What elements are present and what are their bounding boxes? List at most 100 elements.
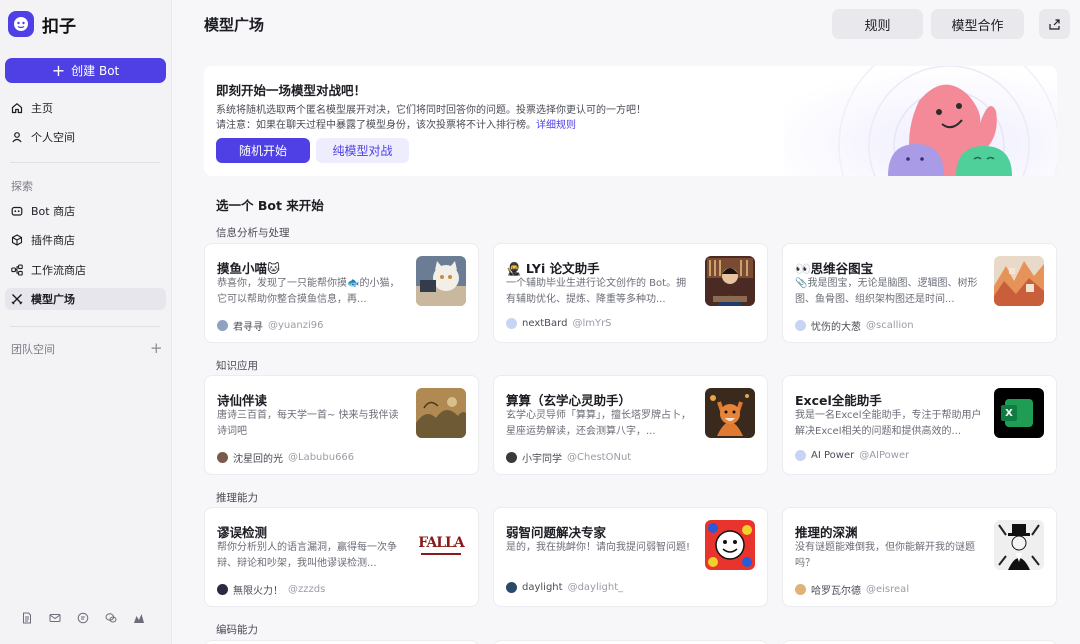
- bot-card[interactable]: 推理的深渊 没有谜题能难倒我，但你能解开我的谜题吗？ 哈罗瓦尔德 @eisreal: [782, 507, 1057, 607]
- explore-section-label: 探索: [11, 180, 33, 193]
- bot-card-title: 弱智问题解决专家: [506, 525, 607, 540]
- sidebar-item-label: 模型广场: [31, 293, 75, 306]
- bot-card-title: 🥷 LYi 论文助手: [506, 261, 600, 276]
- sidebar-item-workflow-store[interactable]: 工作流商店: [5, 259, 166, 281]
- sidebar-item-personal-space[interactable]: 个人空间: [5, 126, 166, 148]
- wechat-icon[interactable]: [104, 611, 118, 625]
- add-team-icon[interactable]: +: [150, 339, 163, 357]
- bot-card-author: daylight @daylight_: [506, 582, 623, 593]
- lark-icon[interactable]: [132, 611, 146, 625]
- bot-card[interactable]: 算算（玄学心灵助手） 玄学心灵导师「算算」，擅长塔罗牌占卜，星座运势解读，还会测…: [493, 375, 768, 475]
- bot-card[interactable]: [493, 640, 768, 644]
- fallacy-text: FALLA: [418, 535, 465, 551]
- home-icon: [11, 103, 23, 114]
- bot-card-title: 推理的深渊: [795, 525, 858, 540]
- bot-card-author: 忧伤的大葱 @scallion: [795, 318, 914, 333]
- bot-card-description: 帮你分析别人的语言漏洞，赢得每一次争辩、辩论和吵架，我叫他谬误检测...: [217, 542, 397, 569]
- rules-button[interactable]: 规则: [832, 9, 923, 39]
- pick-bot-heading: 选一个 Bot 来开始: [216, 198, 324, 213]
- bot-thumbnail: [705, 388, 755, 438]
- divider: [10, 326, 160, 327]
- avatar: [217, 452, 228, 463]
- author-name: 無限火力！: [233, 586, 283, 597]
- sidebar-item-plugin-store[interactable]: 插件商店: [5, 229, 166, 251]
- arena-banner: 即刻开始一场模型对战吧！ 系统将随机选取两个匿名模型展开对决，它们将同时回答你的…: [204, 66, 1057, 176]
- category-label: 知识应用: [216, 360, 258, 372]
- plus-icon: +: [51, 60, 66, 80]
- app-logo[interactable]: 扣子: [8, 11, 76, 37]
- avatar: [506, 582, 517, 593]
- avatar: [795, 584, 806, 595]
- bot-card[interactable]: Excel全能助手 我是一名Excel全能助手，专注于帮助用户解决Excel相关…: [782, 375, 1057, 475]
- bot-card-title: 算算（玄学心灵助手）: [506, 393, 632, 408]
- bot-card-author: 哈罗瓦尔德 @eisreal: [795, 582, 909, 597]
- bot-card[interactable]: [782, 640, 1057, 644]
- bot-thumbnail: [994, 256, 1044, 306]
- share-button[interactable]: [1039, 9, 1070, 39]
- pure-model-battle-button[interactable]: 纯模型对战: [316, 138, 409, 163]
- excel-logo-icon: X: [994, 388, 1044, 438]
- workflow-icon: [11, 264, 23, 276]
- bot-card-description: 没有谜题能难倒我，但你能解开我的谜题吗？: [795, 542, 975, 569]
- mail-icon[interactable]: [48, 611, 62, 625]
- bot-card-author: AI Power @AIPower: [795, 450, 909, 461]
- bot-thumbnail: [994, 520, 1044, 570]
- bot-card-author: nextBard @lmYrS: [506, 318, 612, 329]
- divider: [10, 162, 160, 163]
- author-handle: @lmYrS: [572, 318, 612, 329]
- author-handle: @AIPower: [859, 450, 910, 461]
- feedback-icon[interactable]: [76, 611, 90, 625]
- bot-thumbnail: [705, 256, 755, 306]
- share-icon: [1049, 18, 1060, 30]
- cube-icon: [11, 234, 23, 246]
- author-handle: @scallion: [866, 320, 914, 331]
- banner-description: 系统将随机选取两个匿名模型展开对决，它们将同时回答你的问题。投票选择你更认可的一…: [216, 103, 776, 133]
- create-bot-label: 创建 Bot: [71, 64, 120, 78]
- sidebar-item-model-arena[interactable]: 模型广场: [5, 288, 166, 310]
- bot-card[interactable]: [204, 640, 479, 644]
- bot-card[interactable]: 摸鱼小喵🐱 恭喜你，发现了一只能帮你摸🐟的小猫，它可以帮助你整合摸鱼信息，再..…: [204, 243, 479, 343]
- author-handle: @eisreal: [866, 584, 910, 595]
- avatar: [795, 320, 806, 331]
- bot-card[interactable]: 诗仙伴读 唐诗三百首，每天学一首~ 快来与我伴读诗词吧 沈星回的光 @Labubu…: [204, 375, 479, 475]
- author-handle: @daylight_: [567, 582, 624, 593]
- avatar: [795, 450, 806, 461]
- bot-thumbnail: [416, 256, 466, 306]
- model-cooperation-button[interactable]: 模型合作: [931, 9, 1024, 39]
- bot-card-author: 無限火力！ @zzzds: [217, 582, 325, 597]
- bot-card[interactable]: 🥷 LYi 论文助手 一个辅助毕业生进行论文创作的 Bot。拥有辅助优化、提炼、…: [493, 243, 768, 343]
- banner-title: 即刻开始一场模型对战吧！: [216, 83, 367, 98]
- sidebar-item-home[interactable]: 主页: [5, 97, 166, 119]
- bot-card-title: 摸鱼小喵🐱: [217, 261, 281, 276]
- avatar: [217, 584, 228, 595]
- app-name: 扣子: [42, 16, 76, 37]
- author-name: 沈星回的光: [233, 454, 283, 465]
- random-start-button[interactable]: 随机开始: [216, 138, 310, 163]
- coze-logo-icon: [8, 11, 34, 37]
- bot-card[interactable]: 👀思维谷图宝 📎我是图宝，无论是脑图、逻辑图、树形图、鱼骨图、组织架构图还是时间…: [782, 243, 1057, 343]
- bot-card-title: 谬误检测: [217, 525, 268, 540]
- excel-letter: X: [1001, 405, 1017, 421]
- document-icon[interactable]: [20, 611, 34, 625]
- bot-card-description: 我是一名Excel全能助手，专注于帮助用户解决Excel相关的问题和提供高效的.…: [795, 410, 982, 437]
- author-name: 忧伤的大葱: [811, 322, 861, 333]
- sidebar-item-bot-store[interactable]: Bot 商店: [5, 200, 166, 222]
- sidebar-item-label: Bot 商店: [31, 205, 76, 218]
- bot-card[interactable]: 弱智问题解决专家 是的，我在挑衅你！请向我提问弱智问题! daylight @da…: [493, 507, 768, 607]
- author-name: daylight: [522, 582, 563, 593]
- bot-card[interactable]: 谬误检测 帮你分析别人的语言漏洞，赢得每一次争辩、辩论和吵架，我叫他谬误检测..…: [204, 507, 479, 607]
- bot-card-author: 君寻寻 @yuanzi96: [217, 318, 323, 333]
- bot-thumbnail: [705, 520, 755, 570]
- author-name: AI Power: [811, 450, 855, 461]
- author-handle: @ChestONut: [567, 452, 632, 463]
- sidebar: 扣子 + 创建 Bot 主页 个人空间 探索 Bot 商店 插件商店 工作流商店…: [0, 0, 172, 644]
- category-label: 推理能力: [216, 492, 258, 504]
- banner-line-1: 系统将随机选取两个匿名模型展开对决，它们将同时回答你的问题。投票选择你更认可的一…: [216, 105, 646, 116]
- author-name: 哈罗瓦尔德: [811, 586, 861, 597]
- author-name: 小宇同学: [522, 454, 562, 465]
- page-title: 模型广场: [204, 16, 265, 34]
- fallacy-thumbnail: FALLA: [416, 520, 466, 570]
- detailed-rules-link[interactable]: 详细规则: [536, 120, 576, 131]
- bot-card-author: 小宇同学 @ChestONut: [506, 450, 631, 465]
- create-bot-button[interactable]: + 创建 Bot: [5, 58, 166, 83]
